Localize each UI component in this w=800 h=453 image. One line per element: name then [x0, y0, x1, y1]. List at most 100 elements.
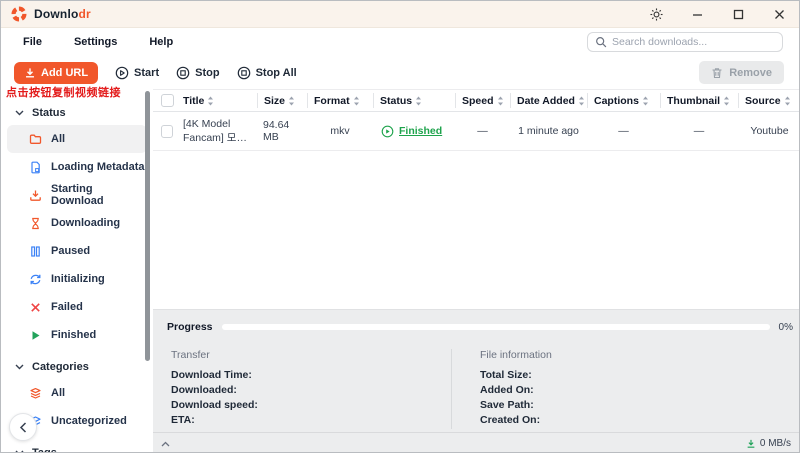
download-title: [4K Model Fancam] 모델 ... [183, 117, 253, 145]
sort-icon [642, 96, 649, 106]
table-header-row: Title Size Format Status Speed Date Adde… [153, 89, 799, 112]
sort-icon [353, 96, 360, 106]
select-all-checkbox[interactable] [161, 94, 174, 107]
details-panel: Progress 0% Transfer Download Time: Down… [153, 309, 799, 432]
titlebar: Downlodr [1, 1, 799, 28]
theme-toggle-icon[interactable] [648, 7, 664, 23]
app-logo-icon [11, 6, 27, 22]
x-icon [29, 301, 42, 314]
sidebar-section-status[interactable]: Status [1, 101, 153, 125]
start-button[interactable]: Start [115, 66, 159, 80]
sort-icon [415, 96, 422, 106]
download-source: Youtube [738, 125, 799, 137]
stop-circle-icon [237, 66, 251, 80]
transfer-section: Transfer Download Time: Downloaded: Down… [171, 349, 451, 429]
field-download-speed: Download speed: [171, 399, 451, 414]
global-speed-value: 0 MB/s [760, 438, 791, 449]
sidebar-section-categories[interactable]: Categories [1, 355, 153, 379]
search-input[interactable] [612, 36, 775, 48]
collapse-sidebar-button[interactable] [9, 413, 37, 441]
sidebar-item-loading-metadata[interactable]: Loading Metadata [7, 153, 147, 181]
download-captions: — [587, 125, 660, 137]
sidebar-item-failed[interactable]: Failed [7, 293, 147, 321]
progress-label: Progress [167, 321, 213, 333]
sidebar-item-paused[interactable]: Paused [7, 237, 147, 265]
column-header-speed[interactable]: Speed [455, 93, 510, 108]
sort-icon [207, 96, 214, 106]
downloads-table: Title Size Format Status Speed Date Adde… [153, 89, 799, 309]
stop-button[interactable]: Stop [176, 66, 219, 80]
menu-help[interactable]: Help [145, 34, 177, 50]
hourglass-icon [29, 217, 42, 230]
remove-label: Remove [729, 67, 772, 79]
play-icon [29, 329, 42, 342]
stop-all-button[interactable]: Stop All [237, 66, 297, 80]
menu-settings[interactable]: Settings [70, 34, 121, 50]
column-header-size[interactable]: Size [257, 93, 307, 108]
search-icon [595, 36, 607, 48]
stop-label: Stop [195, 67, 219, 79]
download-format: mkv [307, 125, 373, 137]
download-size: 94.64 MB [257, 119, 307, 143]
maximize-button[interactable] [730, 7, 746, 23]
refresh-icon [29, 273, 42, 286]
download-date-added: 1 minute ago [510, 125, 587, 137]
chevron-down-icon [15, 364, 24, 370]
add-url-button[interactable]: Add URL [14, 62, 98, 84]
stack-icon [29, 387, 42, 400]
stop-all-label: Stop All [256, 67, 297, 79]
download-icon [746, 439, 756, 449]
field-download-time: Download Time: [171, 369, 451, 384]
sidebar-scrollbar[interactable] [145, 91, 150, 361]
file-information-section: File information Total Size: Added On: S… [451, 349, 552, 429]
stop-circle-icon [176, 66, 190, 80]
download-status: Finished [373, 125, 455, 138]
field-eta: ETA: [171, 414, 451, 429]
column-header-source[interactable]: Source [738, 93, 799, 108]
play-circle-icon [115, 66, 129, 80]
start-label: Start [134, 67, 159, 79]
row-checkbox[interactable] [161, 125, 173, 138]
progress-percent: 0% [779, 322, 793, 333]
global-speed-indicator: 0 MB/s [746, 438, 791, 449]
field-added-on: Added On: [480, 384, 552, 399]
column-header-format[interactable]: Format [307, 93, 373, 108]
sort-icon [723, 96, 730, 106]
column-header-date-added[interactable]: Date Added [510, 93, 587, 108]
status-finished-link[interactable]: Finished [399, 125, 442, 137]
column-header-status[interactable]: Status [373, 93, 455, 108]
menubar: File Settings Help [1, 28, 799, 56]
sidebar-item-finished[interactable]: Finished [7, 321, 147, 349]
transfer-title: Transfer [171, 349, 451, 361]
download-thumbnail: — [660, 125, 738, 137]
field-total-size: Total Size: [480, 369, 552, 384]
app-title: Downlodr [34, 7, 91, 21]
sidebar-item-all-status[interactable]: All [7, 125, 147, 153]
close-button[interactable] [771, 7, 787, 23]
app-window: Downlodr File Settings Help [0, 0, 800, 453]
column-header-thumbnail[interactable]: Thumbnail [660, 93, 738, 108]
copy-link-hint: 点击按钮复制视频链接 [6, 84, 121, 100]
table-row[interactable]: [4K Model Fancam] 모델 ... 94.64 MB mkv Fi… [153, 112, 799, 151]
sidebar-item-initializing[interactable]: Initializing [7, 265, 147, 293]
trash-icon [711, 67, 723, 79]
chevron-up-icon[interactable] [161, 441, 170, 447]
menu-file[interactable]: File [19, 34, 46, 50]
search-box[interactable] [587, 32, 783, 52]
remove-button[interactable]: Remove [699, 61, 784, 84]
pause-icon [29, 245, 42, 258]
column-header-title[interactable]: Title [177, 93, 257, 108]
sort-icon [288, 96, 295, 106]
chevron-down-icon [15, 110, 24, 116]
sort-icon [578, 96, 585, 106]
minimize-button[interactable] [689, 7, 705, 23]
sidebar-item-starting-download[interactable]: Starting Download [7, 181, 147, 209]
status-bar: 0 MB/s [153, 432, 799, 453]
sidebar-item-all-categories[interactable]: All [7, 379, 147, 407]
progress-bar [222, 324, 770, 330]
sidebar-section-tags[interactable]: Tags [1, 441, 153, 453]
main-panel: Title Size Format Status Speed Date Adde… [153, 89, 799, 453]
sidebar-item-downloading[interactable]: Downloading [7, 209, 147, 237]
field-downloaded: Downloaded: [171, 384, 451, 399]
column-header-captions[interactable]: Captions [587, 93, 660, 108]
